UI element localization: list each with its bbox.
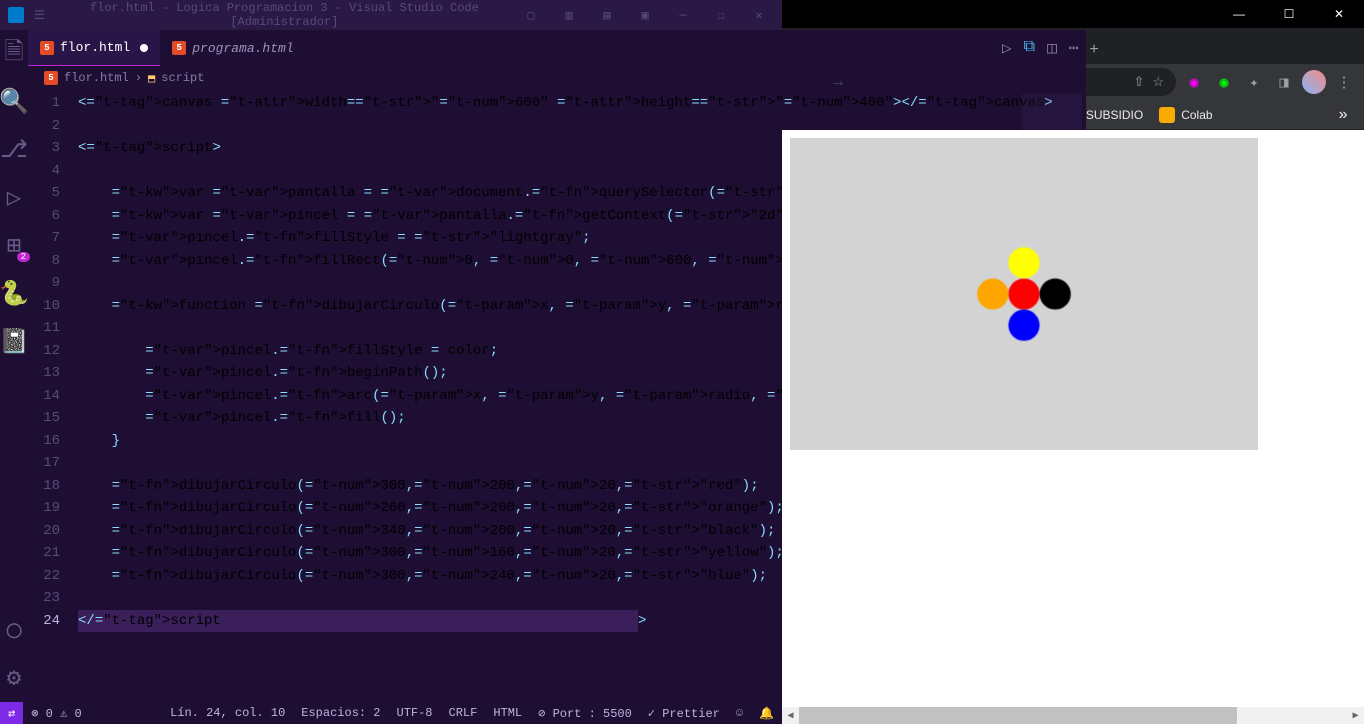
settings-gear-icon[interactable]: ⚙ [0,664,28,692]
html5-icon: 5 [40,41,54,55]
layout-icon-4[interactable]: ▣ [630,8,660,23]
script-icon: ⬒ [148,71,155,86]
tab-flor-html[interactable]: 5 flor.html [28,30,160,66]
chrome-menu-icon[interactable]: ⋮ [1332,70,1356,94]
maximize-button[interactable]: ☐ [1264,0,1314,28]
status-port[interactable]: ⊘ Port : 5500 [530,706,640,721]
layout-icon-1[interactable]: ▢ [516,8,546,23]
html5-icon: 5 [44,71,58,85]
status-errors[interactable]: ⊗ 0 ⚠ 0 [23,706,89,721]
search-icon[interactable]: 🔍 [0,88,28,116]
ext-icon-1[interactable]: ◉ [1182,70,1206,94]
status-lang[interactable]: HTML [485,706,530,720]
breadcrumb-symbol[interactable]: script [161,71,204,85]
layout-icon-3[interactable]: ▤ [592,8,622,23]
horizontal-scrollbar[interactable]: ◀ ▶ [782,707,1364,724]
profile-avatar[interactable] [1302,70,1326,94]
preview-icon[interactable]: ⧉ [1024,38,1035,58]
status-spaces[interactable]: Espacios: 2 [293,706,388,720]
window-controls: ▢ ▥ ▤ ▣ — ☐ ✕ [516,8,774,23]
html5-icon: 5 [172,41,186,55]
layout-icon-2[interactable]: ▥ [554,8,584,23]
breadcrumb[interactable]: 5 flor.html › ⬒ script [28,66,1086,90]
forward-button[interactable]: → [824,68,852,96]
scroll-track[interactable] [799,707,1347,724]
maximize-button[interactable]: ☐ [706,8,736,23]
tab-programa-html[interactable]: 5 programa.html [160,30,305,66]
editor-actions: ▷ ⧉ ◫ ⋯ [1002,38,1078,58]
tab-label: programa.html [192,41,293,56]
minimize-button[interactable]: — [1214,0,1264,28]
breadcrumb-file[interactable]: flor.html [64,71,129,85]
editor-tabs: 5 flor.html 5 programa.html ▷ ⧉ ◫ ⋯ [28,30,1086,66]
star-icon[interactable]: ☆ [1152,74,1164,90]
bookmark-label: Colab [1181,108,1212,122]
vscode-logo-icon [8,7,24,23]
notebook-icon[interactable]: 📓 [0,328,28,356]
bookmark-icon [1159,107,1175,123]
side-panel-icon[interactable]: ◨ [1272,70,1296,94]
explorer-icon[interactable]: 🗎 [0,40,28,68]
account-icon[interactable]: ◯ [0,616,28,644]
more-actions-icon[interactable]: ⋯ [1069,38,1079,58]
vscode-window: ☰ flor.html - Logica Programacion 3 - Vi… [0,0,782,724]
status-bar: ⇄ ⊗ 0 ⚠ 0 Lín. 24, col. 10 Espacios: 2 U… [0,702,782,724]
ext-icon-2[interactable]: ◉ [1212,70,1236,94]
run-icon[interactable]: ▷ [1002,38,1012,58]
tab-label: flor.html [60,40,130,55]
status-feedback-icon[interactable]: ☺ [728,706,751,720]
bookmarks-overflow-icon[interactable]: » [1330,106,1356,124]
remote-indicator[interactable]: ⇄ [0,702,23,724]
scroll-left-icon[interactable]: ◀ [782,707,799,724]
share-icon[interactable]: ⇧ [1133,74,1144,90]
page-viewport[interactable] [782,130,1364,707]
line-gutter: 123456789101112131415161718192021222324 [28,90,78,702]
source-control-icon[interactable]: ⎇ [0,136,28,164]
bookmark-colab[interactable]: Colab [1159,107,1212,123]
extensions-icon[interactable]: ⊞2 [0,232,28,260]
status-prettier[interactable]: ✓ Prettier [640,706,728,721]
scroll-right-icon[interactable]: ▶ [1347,707,1364,724]
run-debug-icon[interactable]: ▷ [0,184,28,212]
dirty-indicator-icon [140,44,148,52]
flower-canvas [790,138,1258,450]
scroll-thumb[interactable] [799,707,1237,724]
chrome-frame-controls: — ☐ ✕ [782,0,1364,28]
split-editor-icon[interactable]: ◫ [1047,38,1057,58]
close-button[interactable]: ✕ [744,8,774,23]
menu-toggle-icon[interactable]: ☰ [34,8,45,23]
activity-bar: 🗎 🔍 ⎇ ▷ ⊞2 🐍 📓 ◯ ⚙ [0,30,28,702]
status-encoding[interactable]: UTF-8 [389,706,441,720]
status-eol[interactable]: CRLF [441,706,486,720]
main-area: 🗎 🔍 ⎇ ▷ ⊞2 🐍 📓 ◯ ⚙ 5 flor.html 5 pr [0,30,782,702]
window-title: flor.html - Logica Programacion 3 - Visu… [53,1,516,29]
minimize-button[interactable]: — [668,8,698,23]
chevron-right-icon: › [135,71,142,85]
status-cursor[interactable]: Lín. 24, col. 10 [162,706,293,720]
extensions-puzzle-icon[interactable]: ✦ [1242,70,1266,94]
python-icon[interactable]: 🐍 [0,280,28,308]
close-button[interactable]: ✕ [1314,0,1364,28]
status-bell-icon[interactable]: 🔔 [751,706,782,721]
titlebar: ☰ flor.html - Logica Programacion 3 - Vi… [0,0,782,30]
